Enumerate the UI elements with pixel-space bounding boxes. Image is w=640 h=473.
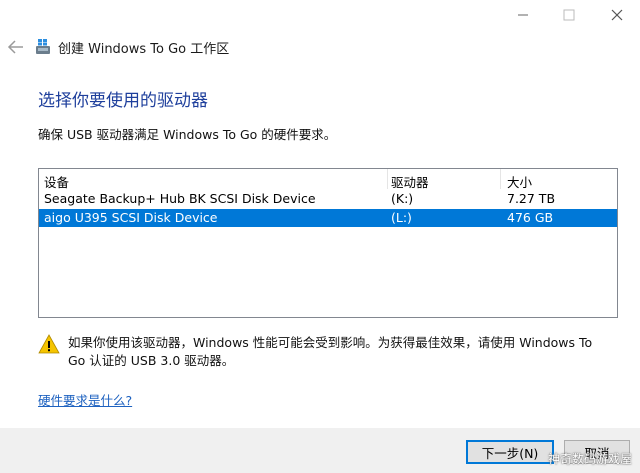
next-button[interactable]: 下一步(N): [466, 440, 554, 464]
drive-device-name: Seagate Backup+ Hub BK SCSI Disk Device: [44, 191, 316, 206]
drive-letter: (L:): [391, 210, 412, 225]
maximize-icon: [563, 9, 575, 21]
close-button[interactable]: [594, 0, 640, 30]
drive-list[interactable]: 设备 驱动器 大小 Seagate Backup+ Hub BK SCSI Di…: [38, 168, 618, 318]
windows-to-go-icon: [36, 39, 50, 54]
warning-message: 如果你使用该驱动器，Windows 性能可能会受到影响。为获得最佳效果，请使用 …: [68, 335, 593, 368]
column-header-drive[interactable]: 驱动器: [391, 172, 429, 191]
drive-row-selected[interactable]: aigo U395 SCSI Disk Device (L:) 476 GB: [39, 209, 617, 227]
column-divider[interactable]: [500, 169, 501, 189]
drive-size: 476 GB: [507, 210, 554, 225]
hardware-requirements-link[interactable]: 硬件要求是什么?: [38, 390, 132, 409]
title-bar: [0, 0, 640, 32]
drive-list-header: 设备 驱动器 大小: [39, 169, 617, 191]
minimize-button[interactable]: [500, 0, 546, 30]
close-icon: [611, 9, 623, 21]
back-arrow-icon[interactable]: [6, 38, 26, 56]
instruction-text: 确保 USB 驱动器满足 Windows To Go 的硬件要求。: [38, 127, 337, 142]
drive-letter: (K:): [391, 191, 414, 206]
page-heading: 选择你要使用的驱动器: [38, 91, 208, 111]
wizard-footer: 下一步(N) 取消: [0, 428, 640, 473]
column-header-size[interactable]: 大小: [507, 172, 532, 191]
drive-row[interactable]: Seagate Backup+ Hub BK SCSI Disk Device …: [39, 190, 617, 208]
column-header-device[interactable]: 设备: [44, 172, 69, 191]
drive-size: 7.27 TB: [507, 191, 556, 206]
warning-icon: [38, 334, 60, 354]
window-title: 创建 Windows To Go 工作区: [58, 42, 230, 57]
drive-device-name: aigo U395 SCSI Disk Device: [44, 210, 218, 225]
minimize-icon: [518, 14, 528, 16]
wizard-header: 创建 Windows To Go 工作区: [0, 32, 640, 62]
watermark-text: 神奇数码游戏屋: [547, 452, 632, 466]
column-divider[interactable]: [387, 169, 388, 189]
maximize-button[interactable]: [546, 0, 592, 30]
